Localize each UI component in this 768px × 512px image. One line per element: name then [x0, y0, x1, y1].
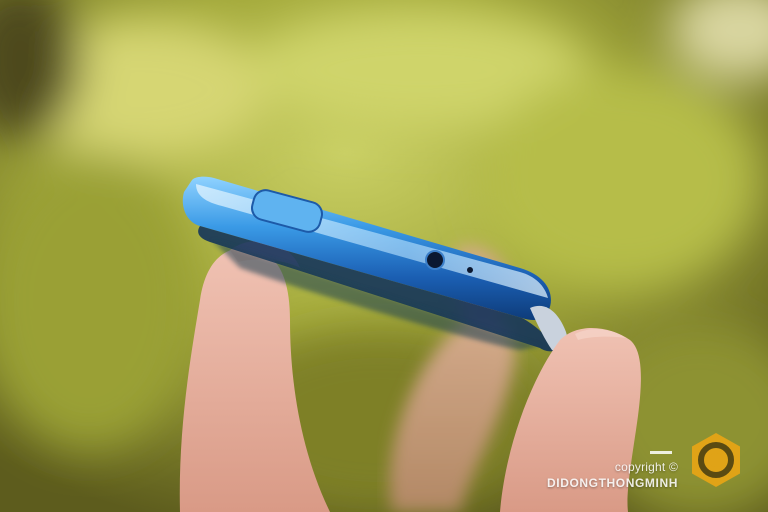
photo-scene: copyright © DIDONGTHONGMINH — [0, 0, 768, 512]
watermark: copyright © DIDONGTHONGMINH — [547, 430, 746, 490]
microphone-hole — [467, 267, 473, 273]
watermark-site: DIDONGTHONGMINH — [547, 476, 678, 490]
hexagon-ring-logo-icon — [692, 433, 740, 487]
watermark-text: copyright © DIDONGTHONGMINH — [547, 451, 678, 490]
headphone-jack — [425, 250, 445, 270]
watermark-copyright: copyright © — [614, 460, 678, 474]
watermark-dash — [650, 451, 672, 454]
